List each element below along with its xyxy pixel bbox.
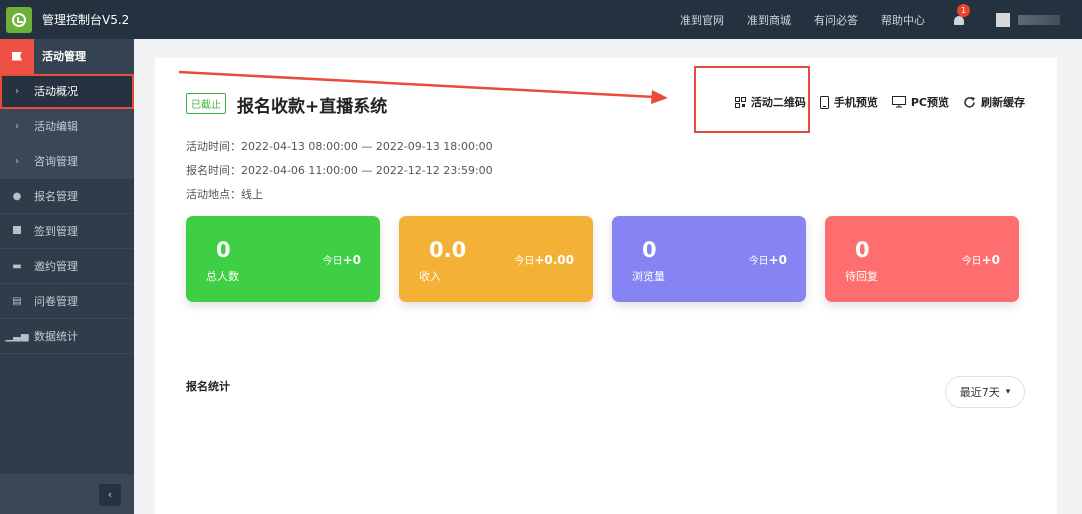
registration-stats-title: 报名统计 [186,380,230,393]
card-total-people[interactable]: 0 总人数 今日+0 [186,216,380,302]
top-bar: 管理控制台V5.2 准到官网 准到商城 有问必答 帮助中心 1 [0,0,1082,39]
monitor-icon [891,96,906,108]
avatar[interactable] [996,12,1010,27]
refresh-icon [964,96,975,108]
card-value: 0 [855,238,870,262]
sidebar-item-activity-edit[interactable]: › 活动编辑 [0,109,134,144]
sidebar-section-activity-management[interactable]: 活动管理 [0,38,134,74]
card-today: 今日+0 [961,253,1000,267]
status-badge: 已截止 [186,93,226,114]
chevron-down-icon: ▾ [1005,387,1011,397]
sidebar-item-checkin[interactable]: 签到管理 [0,214,134,249]
action-bar: 活动二维码 手机预览 PC预览 刷新缓存 [721,94,1025,110]
pc-preview-label: PC预览 [910,96,949,109]
sidebar-item-activity-overview[interactable]: › 活动概况 [0,74,134,109]
top-nav: 准到官网 准到商城 有问必答 帮助中心 1 [680,0,1082,39]
card-label: 收入 [419,270,441,283]
sidebar-item-label: 活动编辑 [34,120,78,133]
pc-preview-button[interactable]: PC预览 [891,94,949,110]
card-label: 浏览量 [632,270,665,283]
qr-code-label: 活动二维码 [750,96,806,109]
refresh-cache-button[interactable]: 刷新缓存 [963,94,1025,110]
checkbox-icon [0,225,34,237]
sidebar-item-label: 报名管理 [34,190,78,203]
sidebar-item-label: 咨询管理 [34,155,78,168]
qr-code-icon [734,96,746,108]
nav-link-qa[interactable]: 有问必答 [814,12,858,28]
sidebar-item-registration[interactable]: ● 报名管理 [0,179,134,214]
mobile-phone-icon [819,95,829,109]
app-logo [6,6,32,33]
notification-bell-icon[interactable]: 1 [952,3,970,27]
sidebar-item-label: 邀约管理 [34,260,78,273]
sidebar: 活动管理 › 活动概况 › 活动编辑 › 咨询管理 ● 报名管理 签到管理 ▬ … [0,38,134,514]
nav-link-help-center[interactable]: 帮助中心 [881,12,925,28]
sidebar-item-label: 活动概况 [34,85,78,98]
sidebar-item-questionnaire[interactable]: ▤ 问卷管理 [0,284,134,319]
app-title: 管理控制台V5.2 [42,13,130,27]
refresh-cache-label: 刷新缓存 [981,96,1025,109]
sidebar-item-statistics[interactable]: ▁▃▅ 数据统计 [0,319,134,354]
nav-link-official-site[interactable]: 准到官网 [680,12,724,28]
page-title: 报名收款+直播系统 [237,97,388,117]
card-pending-reply[interactable]: 0 待回复 今日+0 [825,216,1019,302]
card-label: 待回复 [845,270,878,283]
sidebar-item-label: 问卷管理 [34,295,78,308]
sidebar-item-consultation[interactable]: › 咨询管理 [0,144,134,179]
date-range-value: 最近7天 [959,386,1000,399]
sidebar-collapse-button[interactable]: ‹ [99,484,121,506]
card-label: 总人数 [206,270,239,283]
user-icon: ● [12,190,22,202]
card-today: 今日+0 [748,253,787,267]
flag-icon [0,38,34,74]
chevron-right-icon: › [15,85,19,97]
card-value: 0 [216,238,231,262]
activity-time: 活动时间：2022-04-13 08:00:00 — 2022-09-13 18… [186,140,493,153]
stat-cards: 0 总人数 今日+0 0.0 收入 今日+0.00 0 浏览量 今日+0 0 待… [186,216,1019,302]
card-today: 今日+0.00 [514,253,574,267]
mobile-preview-label: 手机预览 [833,96,878,109]
signal-bars-icon: ▁▃▅ [5,330,29,342]
sidebar-item-label: 签到管理 [34,225,78,238]
signup-time: 报名时间：2022-04-06 11:00:00 — 2022-12-12 23… [186,164,493,177]
date-range-select[interactable]: 最近7天 ▾ [945,376,1025,408]
chevron-right-icon: › [15,120,19,132]
card-value: 0 [642,238,657,262]
qr-code-button[interactable]: 活动二维码 [734,94,806,110]
keyboard-icon: ▬ [12,260,22,272]
clock-icon [12,12,26,27]
nav-link-store[interactable]: 准到商城 [747,12,791,28]
notification-badge: 1 [957,3,970,17]
activity-location: 活动地点：线上 [186,188,263,201]
card-today: 今日+0 [322,253,361,267]
copy-icon: ▤ [12,295,22,307]
sidebar-item-invitation[interactable]: ▬ 邀约管理 [0,249,134,284]
chevron-right-icon: › [15,155,19,167]
username-blurred[interactable] [1018,14,1060,25]
sidebar-section-label: 活动管理 [42,50,86,63]
mobile-preview-button[interactable]: 手机预览 [819,94,878,110]
main-panel: 已截止 报名收款+直播系统 活动二维码 手机预览 PC预览 刷新缓存 活动时间：… [155,58,1057,514]
card-income[interactable]: 0.0 收入 今日+0.00 [399,216,593,302]
card-views[interactable]: 0 浏览量 今日+0 [612,216,806,302]
card-value: 0.0 [429,238,467,262]
sidebar-item-label: 数据统计 [34,330,78,343]
